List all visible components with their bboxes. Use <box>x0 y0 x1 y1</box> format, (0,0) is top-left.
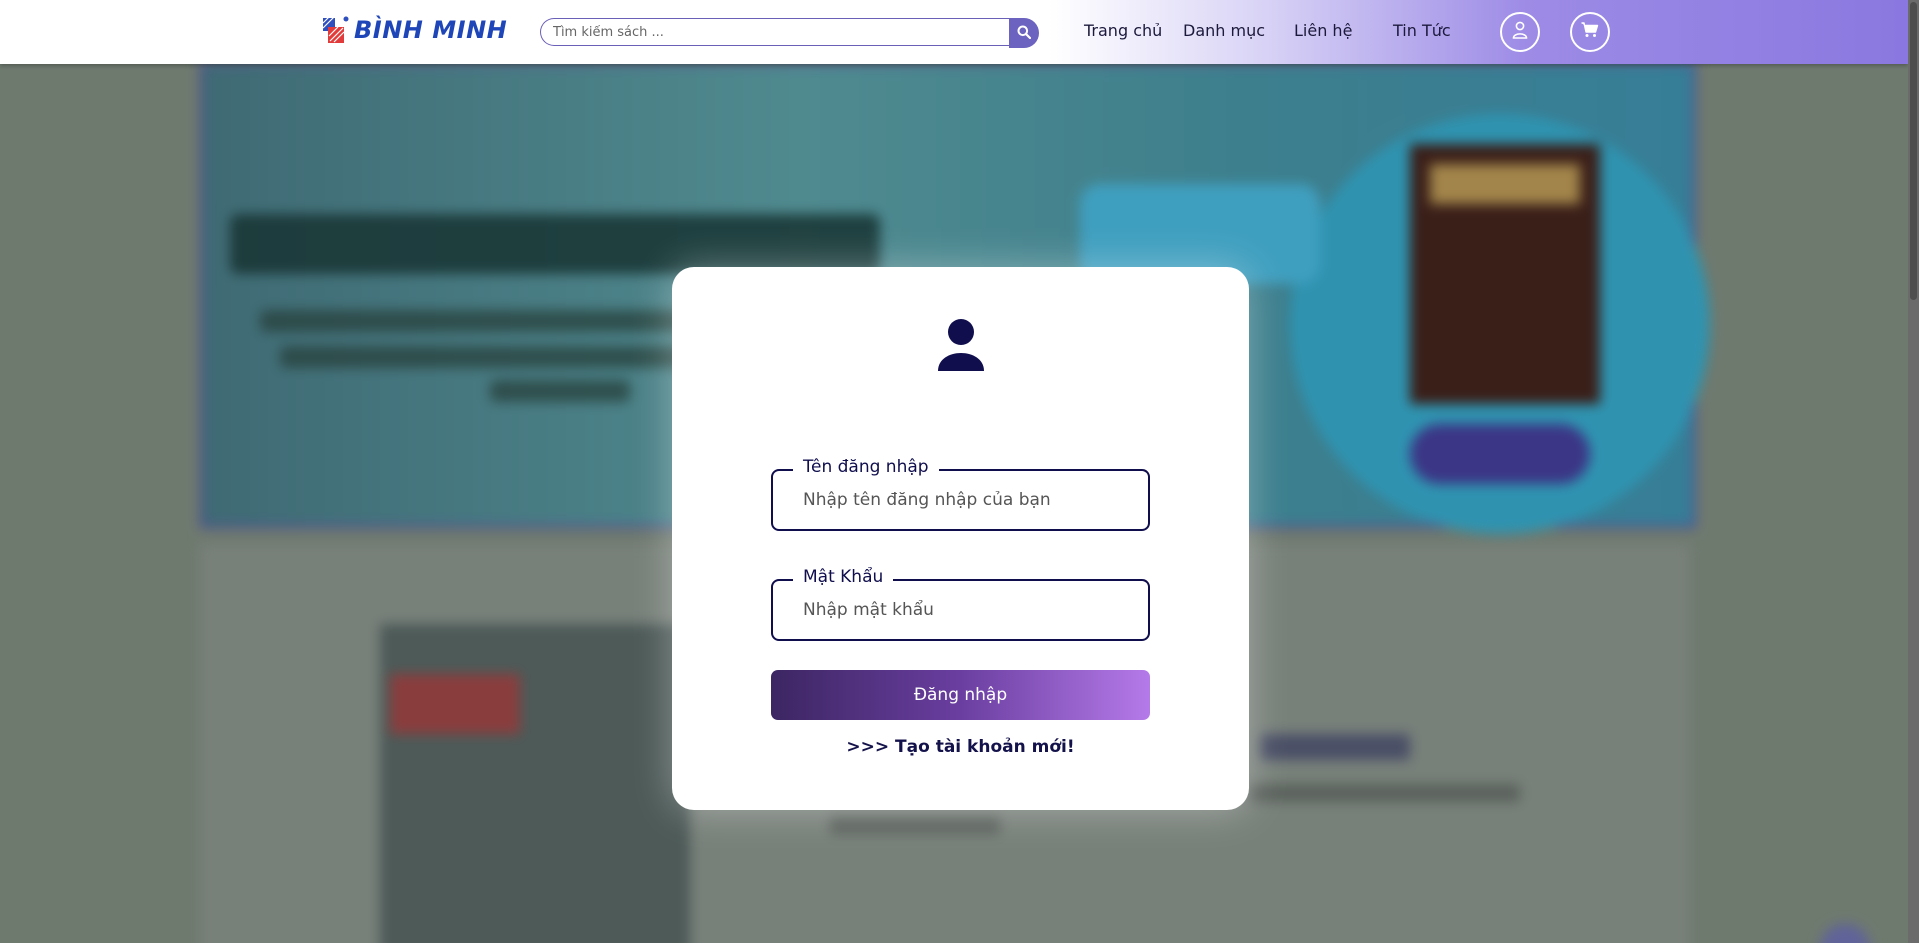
book-thumbnail <box>380 624 690 943</box>
login-modal: Tên đăng nhập Mật Khẩu Đăng nhập >>> Tạo… <box>672 267 1249 810</box>
logo[interactable]: BÌNH MINH <box>322 14 507 46</box>
cart-icon <box>1581 22 1599 42</box>
cart-button[interactable] <box>1570 12 1610 52</box>
nav-news[interactable]: Tin Tức <box>1393 21 1451 40</box>
nav-contact[interactable]: Liên hệ <box>1294 21 1352 40</box>
logo-text: BÌNH MINH <box>354 16 508 44</box>
username-field: Tên đăng nhập <box>771 457 1150 531</box>
search-button[interactable] <box>1009 18 1039 48</box>
page-scrollbar[interactable] <box>1908 0 1919 943</box>
password-field: Mật Khẩu <box>771 567 1150 641</box>
scrollbar-thumb[interactable] <box>1910 2 1917 300</box>
login-button[interactable]: Đăng nhập <box>771 670 1150 720</box>
user-icon <box>1512 21 1528 43</box>
account-button[interactable] <box>1500 12 1540 52</box>
user-icon <box>938 319 984 371</box>
nav-categories[interactable]: Danh mục <box>1183 21 1265 40</box>
site-header: BÌNH MINH Trang chủ Danh mục Liên hệ Tin… <box>0 0 1908 64</box>
chat-bubble <box>1820 924 1870 943</box>
search-input[interactable] <box>540 18 1010 46</box>
register-link[interactable]: >>> Tạo tài khoản mới! <box>672 737 1249 757</box>
username-input[interactable] <box>775 473 1146 527</box>
password-input[interactable] <box>775 583 1146 637</box>
nav-home[interactable]: Trang chủ <box>1084 21 1162 40</box>
search-icon <box>1017 24 1032 43</box>
search-bar <box>540 18 1039 48</box>
logo-mark-icon <box>322 15 350 45</box>
